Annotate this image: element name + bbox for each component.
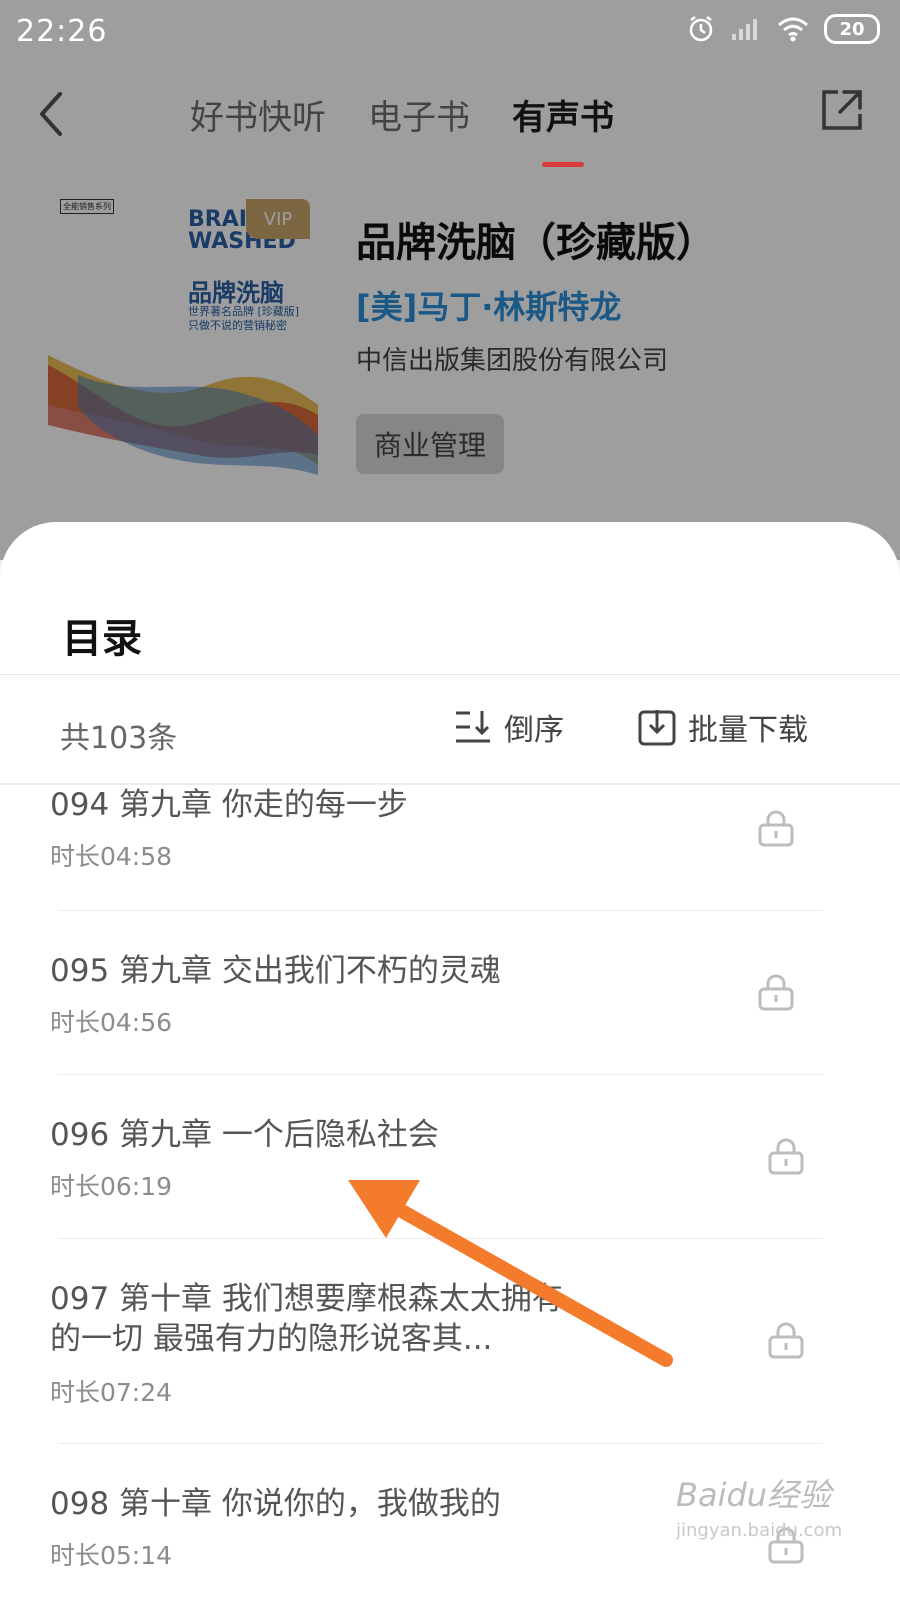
lock-icon — [758, 974, 794, 1011]
batch-download-button[interactable]: 批量下载 — [638, 705, 808, 749]
status-bar: 22:26 20 — [0, 0, 900, 62]
chapter-duration: 时长04:56 — [50, 1008, 173, 1037]
status-time: 22:26 — [16, 14, 108, 49]
signal-icon — [732, 19, 757, 40]
catalog-toolbar: 共103条 倒序 批量下载 — [0, 675, 900, 783]
download-label: 批量下载 — [688, 713, 808, 748]
catalog-title: 目录 — [62, 616, 142, 662]
share-icon[interactable] — [818, 86, 866, 134]
status-icons: 20 — [686, 14, 880, 44]
chapter-title: 096 第九章 一个后隐私社会 — [50, 1117, 439, 1153]
content-type-tabs: 好书快听 电子书 有声书 — [190, 90, 614, 167]
catalog-bottom-sheet: 目录 共103条 倒序 批量下载 094 第九章 你走的每一步 时长04:58 … — [0, 522, 900, 1600]
chapter-title: 094 第九章 你走的每一步 — [50, 787, 408, 823]
chapter-item[interactable]: 094 第九章 你走的每一步 时长04:58 — [0, 785, 900, 910]
chapter-item[interactable]: 097 第十章 我们想要摩根森太太拥有的一切 最强有力的隐形说客其... 时长0… — [0, 1239, 900, 1443]
chapter-title: 098 第十章 你说你的，我做我的 — [50, 1486, 501, 1522]
top-nav-bar: 好书快听 电子书 有声书 — [0, 70, 900, 170]
chapter-title: 097 第十章 我们想要摩根森太太拥有的一切 最强有力的隐形说客其... — [50, 1281, 563, 1357]
tab-audiobook[interactable]: 有声书 — [512, 90, 614, 167]
chapter-duration: 时长06:19 — [50, 1172, 173, 1201]
lock-icon — [758, 810, 794, 847]
sort-icon — [456, 711, 490, 743]
wifi-icon — [778, 17, 808, 42]
chapter-item[interactable]: 095 第九章 交出我们不朽的灵魂 时长04:56 — [0, 911, 900, 1074]
chapter-duration: 时长05:14 — [50, 1541, 173, 1570]
chapter-title: 095 第九章 交出我们不朽的灵魂 — [50, 953, 501, 989]
sort-reverse-button[interactable]: 倒序 — [454, 705, 564, 749]
alarm-icon — [689, 16, 713, 42]
lock-icon — [768, 1322, 804, 1359]
sort-label: 倒序 — [504, 713, 564, 748]
tab-quick-listen[interactable]: 好书快听 — [190, 90, 326, 139]
episode-count: 共103条 — [60, 721, 178, 756]
battery-indicator: 20 — [824, 14, 880, 44]
lock-icon — [768, 1138, 804, 1175]
download-icon — [638, 710, 676, 746]
back-arrow-icon[interactable] — [30, 86, 74, 142]
chapter-item[interactable]: 096 第九章 一个后隐私社会 时长06:19 — [0, 1075, 900, 1238]
watermark-url: jingyan.baidu.com — [676, 1520, 843, 1541]
watermark-logo: Baidu经验 — [676, 1476, 832, 1514]
chapter-duration: 时长04:58 — [50, 842, 173, 871]
chapter-duration: 时长07:24 — [50, 1378, 173, 1407]
app-screen: 全能销售系列 BRAIN WASHED 品牌洗脑 世界著名品牌 [珍藏版] 只做… — [0, 0, 900, 1600]
tab-ebook[interactable]: 电子书 — [368, 90, 470, 139]
